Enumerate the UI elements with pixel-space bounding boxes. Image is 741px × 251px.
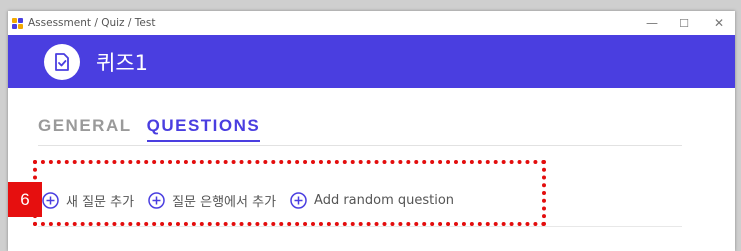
annotation-number-badge: 6 <box>8 182 42 217</box>
tab-divider <box>38 145 682 146</box>
close-button[interactable]: ✕ <box>699 11 735 35</box>
app-logo-icon <box>12 17 23 29</box>
add-new-question-label: 새 질문 추가 <box>66 195 135 210</box>
maximize-button[interactable]: ☐ <box>664 11 704 35</box>
add-from-question-bank-button[interactable]: 질문 은행에서 추가 <box>148 191 276 210</box>
quiz-doc-check-icon <box>44 43 80 80</box>
plus-circle-icon <box>42 192 59 209</box>
tab-general[interactable]: GENERAL <box>38 116 132 142</box>
plus-circle-icon <box>290 192 307 209</box>
section-divider <box>38 226 682 227</box>
tab-bar: GENERAL QUESTIONS <box>38 116 261 142</box>
window-title: Assessment / Quiz / Test <box>28 17 156 29</box>
question-actions: 새 질문 추가 질문 은행에서 추가 Add random question <box>42 191 468 210</box>
add-random-question-button[interactable]: Add random question <box>290 192 454 209</box>
add-from-question-bank-label: 질문 은행에서 추가 <box>172 195 277 210</box>
quiz-header: 퀴즈1 <box>8 35 735 88</box>
quiz-title: 퀴즈1 <box>96 50 149 75</box>
tab-questions[interactable]: QUESTIONS <box>146 116 261 142</box>
title-bar: Assessment / Quiz / Test — ☐ ✕ <box>8 11 735 35</box>
add-new-question-button[interactable]: 새 질문 추가 <box>42 191 134 210</box>
add-random-question-label: Add random question <box>314 193 455 208</box>
plus-circle-icon <box>148 192 165 209</box>
